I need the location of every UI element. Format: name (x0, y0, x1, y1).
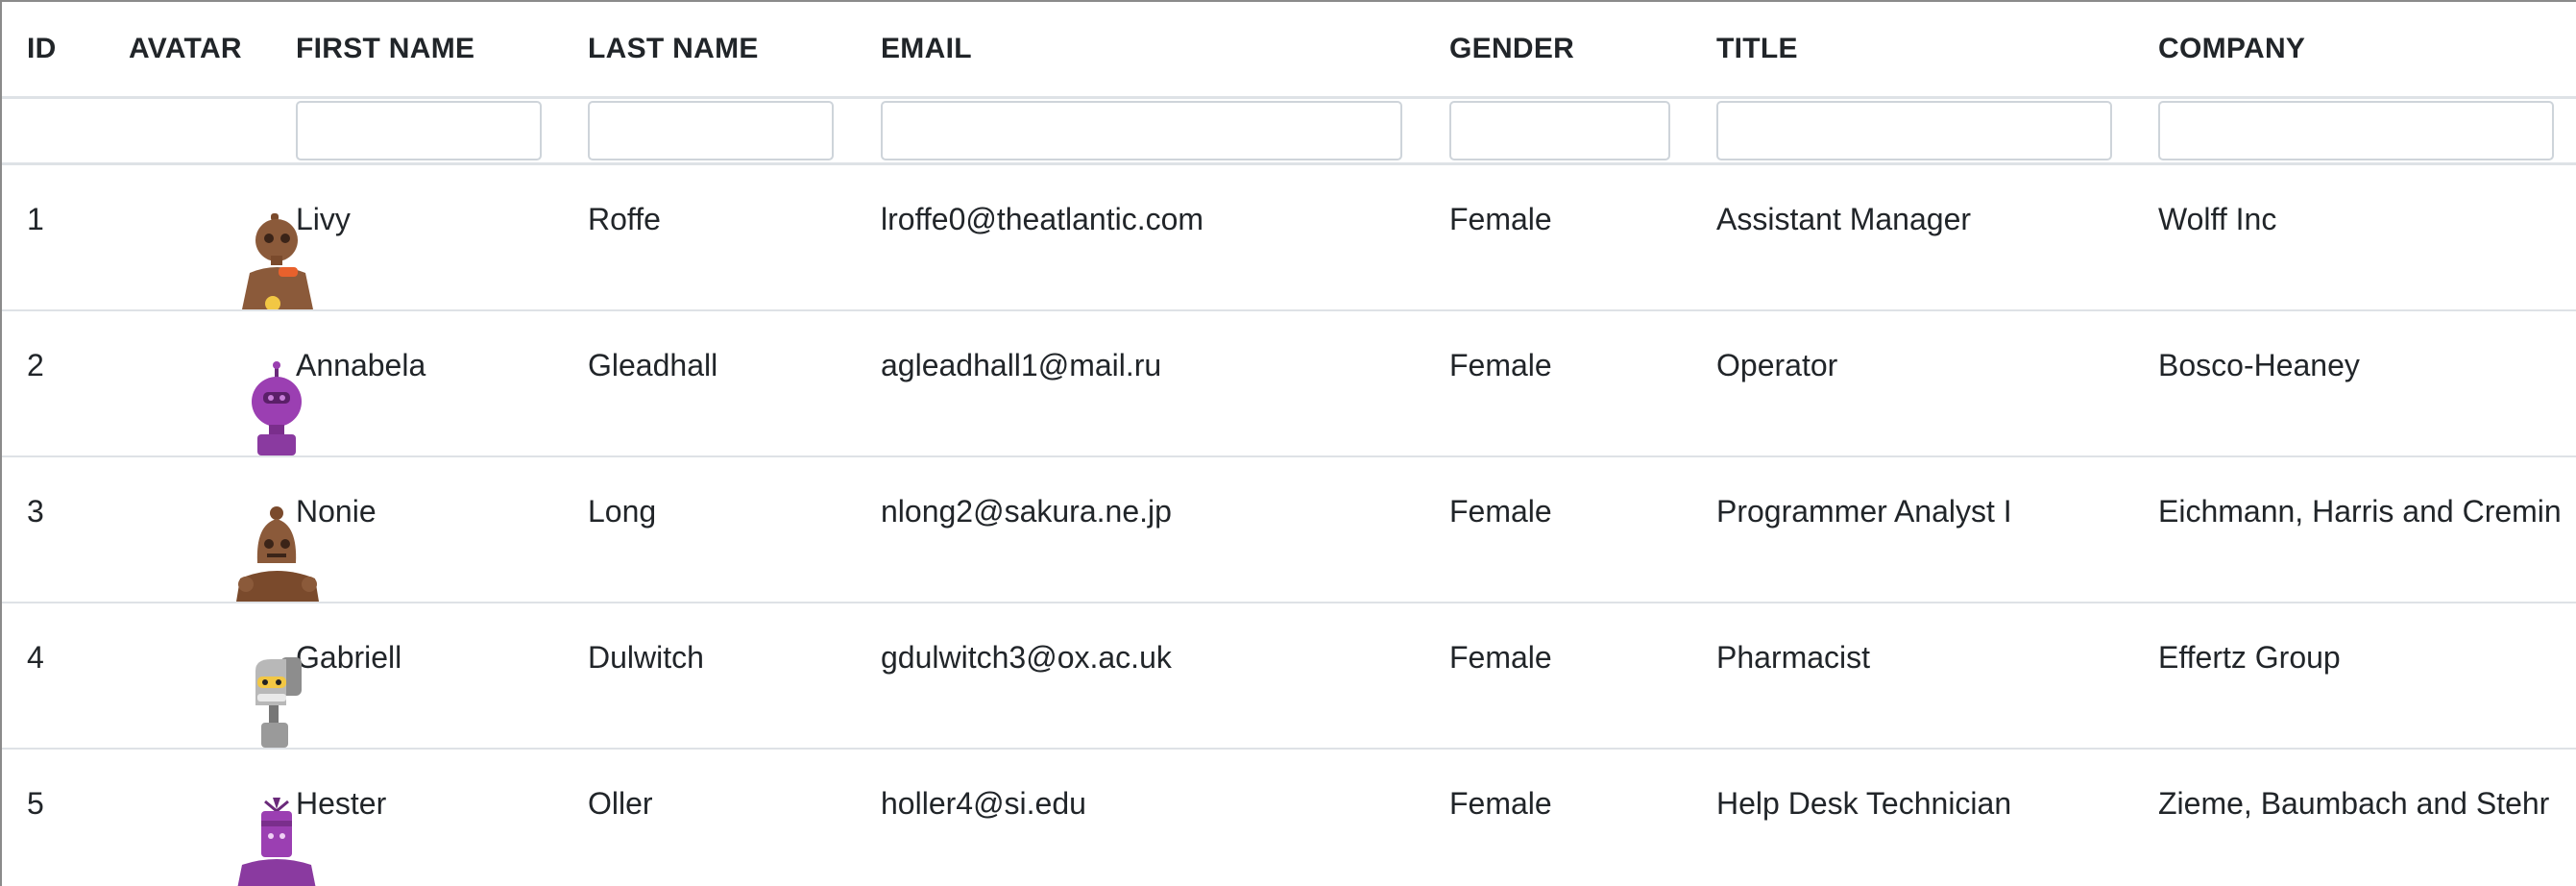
last-name-filter-input[interactable] (588, 101, 834, 160)
cell-email: nlong2@sakura.ne.jp (856, 456, 1424, 603)
cell-gender: Female (1424, 456, 1691, 603)
cell-gender: Female (1424, 749, 1691, 886)
cell-avatar (104, 310, 302, 457)
cell-id: 3 (2, 456, 104, 603)
cell-company: Wolff Inc (2133, 163, 2576, 311)
filter-cell-gender (1424, 97, 1691, 165)
cell-title: Operator (1691, 310, 2133, 457)
cell-gender: Female (1424, 163, 1691, 311)
filter-cell-last-name (563, 97, 856, 165)
filter-cell-avatar (104, 97, 271, 165)
data-table-frame: ID AVATAR FIRST NAME LAST NAME EMAIL GEN… (0, 0, 2576, 886)
cell-id: 1 (2, 163, 104, 311)
gender-filter-input[interactable] (1449, 101, 1670, 160)
cell-last-name: Oller (563, 749, 856, 886)
cell-id: 5 (2, 749, 104, 886)
column-header-title[interactable]: TITLE (1691, 2, 2133, 99)
cell-email: lroffe0@theatlantic.com (856, 163, 1424, 311)
header-row: ID AVATAR FIRST NAME LAST NAME EMAIL GEN… (2, 2, 2576, 99)
column-header-avatar[interactable]: AVATAR (104, 2, 271, 99)
table-row[interactable]: 5 Hester Oller holler4@si.edu Female Hel… (2, 749, 2576, 886)
cell-last-name: Long (563, 456, 856, 603)
column-header-id[interactable]: ID (2, 2, 104, 99)
cell-company: Zieme, Baumbach and Stehr (2133, 749, 2576, 886)
cell-title: Programmer Analyst I (1691, 456, 2133, 603)
company-filter-input[interactable] (2158, 101, 2554, 160)
robot-avatar-purple-icon (232, 359, 325, 455)
cell-avatar (104, 749, 316, 886)
cell-gender: Female (1424, 310, 1691, 457)
cell-company: Bosco-Heaney (2133, 310, 2576, 457)
users-table: ID AVATAR FIRST NAME LAST NAME EMAIL GEN… (2, 2, 2576, 886)
robot-avatar-gray-icon (232, 652, 325, 748)
table-row[interactable]: 4 Gabriell Dulwitch gdulwitch3@ox.ac.uk … (2, 603, 2576, 750)
cell-avatar (104, 163, 313, 311)
cell-title: Assistant Manager (1691, 163, 2133, 311)
cell-last-name: Dulwitch (563, 603, 856, 750)
first-name-filter-input[interactable] (296, 101, 542, 160)
cell-last-name: Roffe (563, 163, 856, 311)
email-filter-input[interactable] (881, 101, 1402, 160)
table-row[interactable]: 2 Annabela Gleadhall agleadhall1@mail.ru… (2, 310, 2576, 457)
cell-company: Effertz Group (2133, 603, 2576, 750)
cell-company: Eichmann, Harris and Cremin (2133, 456, 2576, 603)
cell-title: Help Desk Technician (1691, 749, 2133, 886)
cell-gender: Female (1424, 603, 1691, 750)
cell-id: 2 (2, 310, 104, 457)
column-header-email[interactable]: EMAIL (856, 2, 1424, 99)
filter-row (2, 97, 2576, 165)
table-body: 1 Livy Roffe lroffe0@theatlantic.com Fem… (2, 163, 2576, 886)
filter-cell-company (2133, 97, 2576, 165)
cell-title: Pharmacist (1691, 603, 2133, 750)
filter-cell-id (2, 97, 104, 165)
table-row[interactable]: 1 Livy Roffe lroffe0@theatlantic.com Fem… (2, 163, 2576, 311)
robot-avatar-brown-icon (232, 505, 325, 602)
column-header-last-name[interactable]: LAST NAME (563, 2, 856, 99)
filter-cell-email (856, 97, 1424, 165)
cell-email: gdulwitch3@ox.ac.uk (856, 603, 1424, 750)
column-header-gender[interactable]: GENDER (1424, 2, 1691, 99)
table-row[interactable]: 3 Nonie Long nlong2@sakura.ne.jp Female … (2, 456, 2576, 603)
cell-email: agleadhall1@mail.ru (856, 310, 1424, 457)
filter-cell-title (1691, 97, 2133, 165)
title-filter-input[interactable] (1716, 101, 2112, 160)
filter-cell-first-name (271, 97, 563, 165)
column-header-company[interactable]: COMPANY (2133, 2, 2576, 99)
cell-id: 4 (2, 603, 104, 750)
robot-avatar-brown-icon (232, 213, 325, 309)
cell-avatar (104, 456, 319, 603)
cell-avatar (104, 603, 302, 750)
cell-last-name: Gleadhall (563, 310, 856, 457)
table-header: ID AVATAR FIRST NAME LAST NAME EMAIL GEN… (2, 2, 2576, 165)
cell-email: holler4@si.edu (856, 749, 1424, 886)
robot-avatar-purple-icon (232, 798, 325, 886)
column-header-first-name[interactable]: FIRST NAME (271, 2, 563, 99)
